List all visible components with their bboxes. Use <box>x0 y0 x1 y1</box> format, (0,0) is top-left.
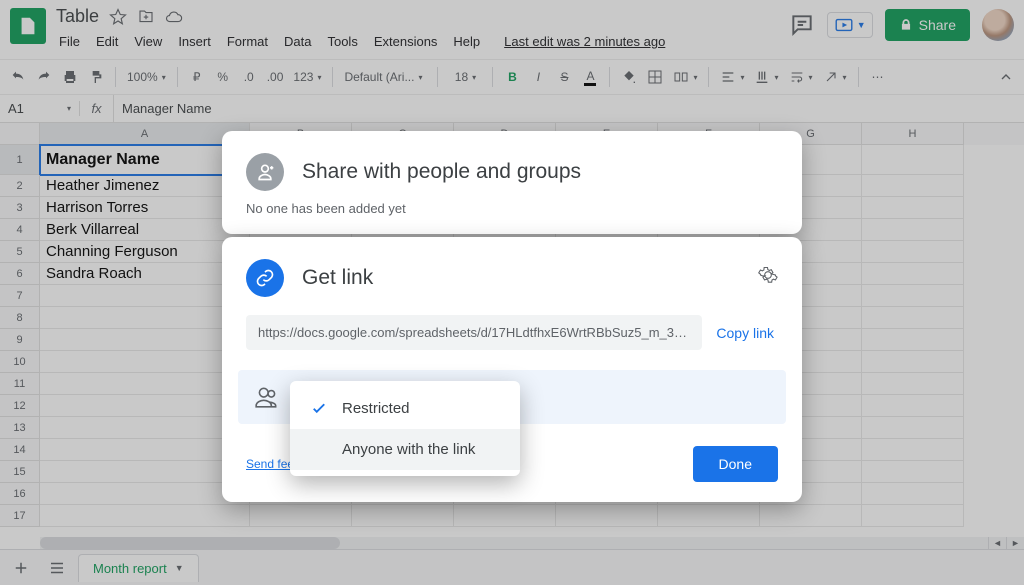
share-dialog-title: Share with people and groups <box>302 160 581 184</box>
send-feedback-link[interactable]: Send fee <box>246 457 294 471</box>
done-button[interactable]: Done <box>693 446 778 482</box>
dropdown-option-anyone[interactable]: Anyone with the link <box>290 429 520 470</box>
access-scope-dropdown: Restricted Anyone with the link <box>290 381 520 476</box>
copy-link-button[interactable]: Copy link <box>712 317 778 349</box>
link-icon <box>246 259 284 297</box>
get-link-title: Get link <box>302 266 373 290</box>
people-icon <box>246 153 284 191</box>
check-icon <box>310 399 328 417</box>
share-dialog: Share with people and groups No one has … <box>222 131 802 234</box>
link-field[interactable]: https://docs.google.com/spreadsheets/d/1… <box>246 315 702 350</box>
group-icon <box>250 380 284 414</box>
share-dialog-subtitle: No one has been added yet <box>246 201 778 216</box>
dropdown-option-restricted[interactable]: Restricted <box>290 387 520 429</box>
link-settings-icon[interactable] <box>758 265 778 291</box>
dropdown-option-label: Restricted <box>342 400 410 417</box>
dropdown-option-label: Anyone with the link <box>342 441 475 458</box>
